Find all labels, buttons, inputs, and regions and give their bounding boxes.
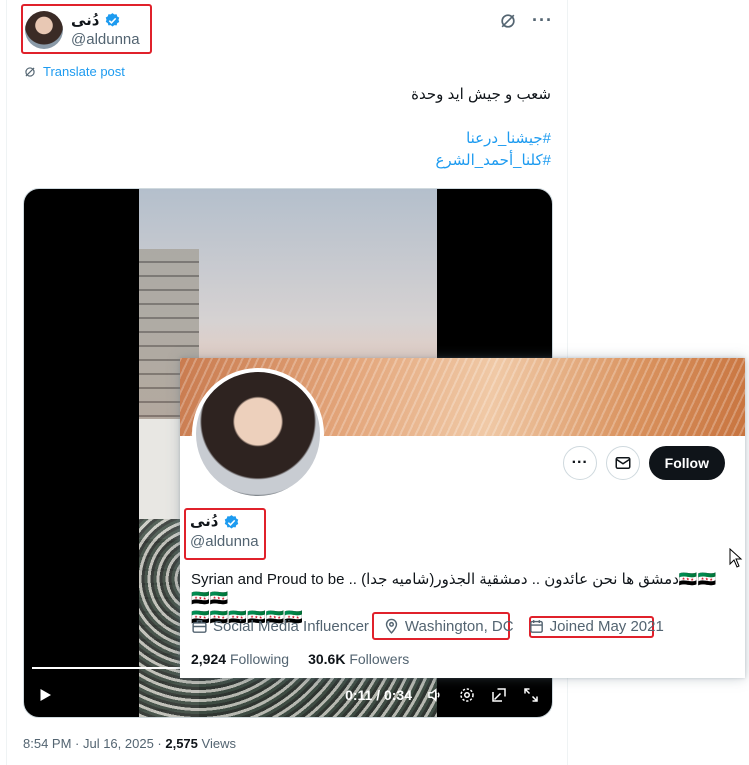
tweet-text-line: شعب و جيش ايد وحدة <box>411 86 551 103</box>
settings-gear-icon[interactable] <box>458 686 476 704</box>
tweet-meta: 8:54 PM · Jul 16, 2025 · 2,575 Views <box>23 736 236 751</box>
more-options-icon[interactable]: ··· <box>532 10 553 31</box>
verified-badge-icon <box>105 13 119 27</box>
picture-in-picture-icon[interactable] <box>490 686 508 704</box>
followers-count: 30.6K <box>308 651 346 667</box>
video-controls-right: 0:11 / 0:34 <box>345 686 540 704</box>
video-time: 0:11 / 0:34 <box>345 687 412 703</box>
briefcase-icon <box>192 620 207 633</box>
bio-arabic: دمشق ها نحن عائدون .. دمشقية الجذور(شامي… <box>366 571 679 588</box>
profile-category-label: Social Media Influencer <box>213 618 369 635</box>
author-display-name[interactable]: دُنى <box>71 11 100 30</box>
card-names: دُنى @aldunna <box>190 512 259 552</box>
profile-avatar[interactable] <box>192 368 324 500</box>
mouse-cursor-icon <box>729 548 743 568</box>
tweet-text: شعب و جيش ايد وحدة #جيشنا_درعنا #كلنا_أح… <box>31 84 551 172</box>
video-controls: 0:11 / 0:34 <box>24 673 552 717</box>
author-handle[interactable]: @aldunna <box>71 30 140 49</box>
display-name-row: دُنى <box>71 11 140 30</box>
translate-post-label[interactable]: Translate post <box>43 64 125 79</box>
translate-icon <box>25 66 35 77</box>
profile-location: Washington, DC <box>383 618 514 635</box>
play-icon[interactable] <box>36 686 54 704</box>
more-button[interactable]: ··· <box>562 446 597 480</box>
bio-english: Syrian and Proud to be .. ( <box>191 571 367 588</box>
verified-badge-icon <box>224 514 238 529</box>
following-count: 2,924 <box>191 651 227 667</box>
profile-actions: ··· Follow <box>562 446 725 480</box>
profile-joined-label: Joined May 2021 <box>549 618 664 635</box>
followers-stat[interactable]: 30.6K Followers <box>308 651 409 667</box>
views-label: Views <box>197 736 236 751</box>
profile-meta: Social Media Influencer Washington, DC J… <box>191 618 664 635</box>
card-display-name-row: دُنى <box>190 512 259 532</box>
author-avatar[interactable] <box>25 11 63 49</box>
profile-location-label: Washington, DC <box>404 618 514 635</box>
calendar-icon <box>529 620 543 633</box>
card-display-name[interactable]: دُنى <box>190 512 219 532</box>
hashtag-link[interactable]: #كلنا_أحمد_الشرع <box>31 150 551 172</box>
grok-icon[interactable] <box>498 11 518 31</box>
hashtag-link[interactable]: #جيشنا_درعنا <box>31 128 551 150</box>
profile-category: Social Media Influencer <box>191 618 369 635</box>
profile-hover-card: ··· Follow دُنى @aldunna Syrian and Prou… <box>180 358 745 678</box>
volume-icon[interactable] <box>426 686 444 704</box>
following-stat[interactable]: 2,924 Following <box>191 651 289 667</box>
profile-avatar-image <box>196 372 320 496</box>
following-label: Following <box>229 651 290 667</box>
followers-label: Followers <box>349 651 410 667</box>
fullscreen-icon[interactable] <box>522 686 540 704</box>
card-handle[interactable]: @aldunna <box>190 532 259 552</box>
views-count: 2,575 <box>165 736 198 751</box>
envelope-icon <box>615 457 631 469</box>
author-names: دُنى @aldunna <box>71 11 140 49</box>
video-progress-fill <box>32 667 198 669</box>
translate-post-link[interactable]: Translate post <box>23 64 125 79</box>
tweet-timestamp[interactable]: 8:54 PM · Jul 16, 2025 · <box>23 736 165 751</box>
profile-joined: Joined May 2021 <box>528 618 664 635</box>
location-pin-icon <box>385 618 398 634</box>
tweet-top-actions: ··· <box>498 10 553 31</box>
tweet-author[interactable]: دُنى @aldunna <box>21 6 144 54</box>
profile-stats: 2,924 Following 30.6K Followers <box>191 651 409 667</box>
follow-button[interactable]: Follow <box>648 446 725 480</box>
message-button[interactable] <box>605 446 640 480</box>
more-icon: ··· <box>571 454 588 471</box>
